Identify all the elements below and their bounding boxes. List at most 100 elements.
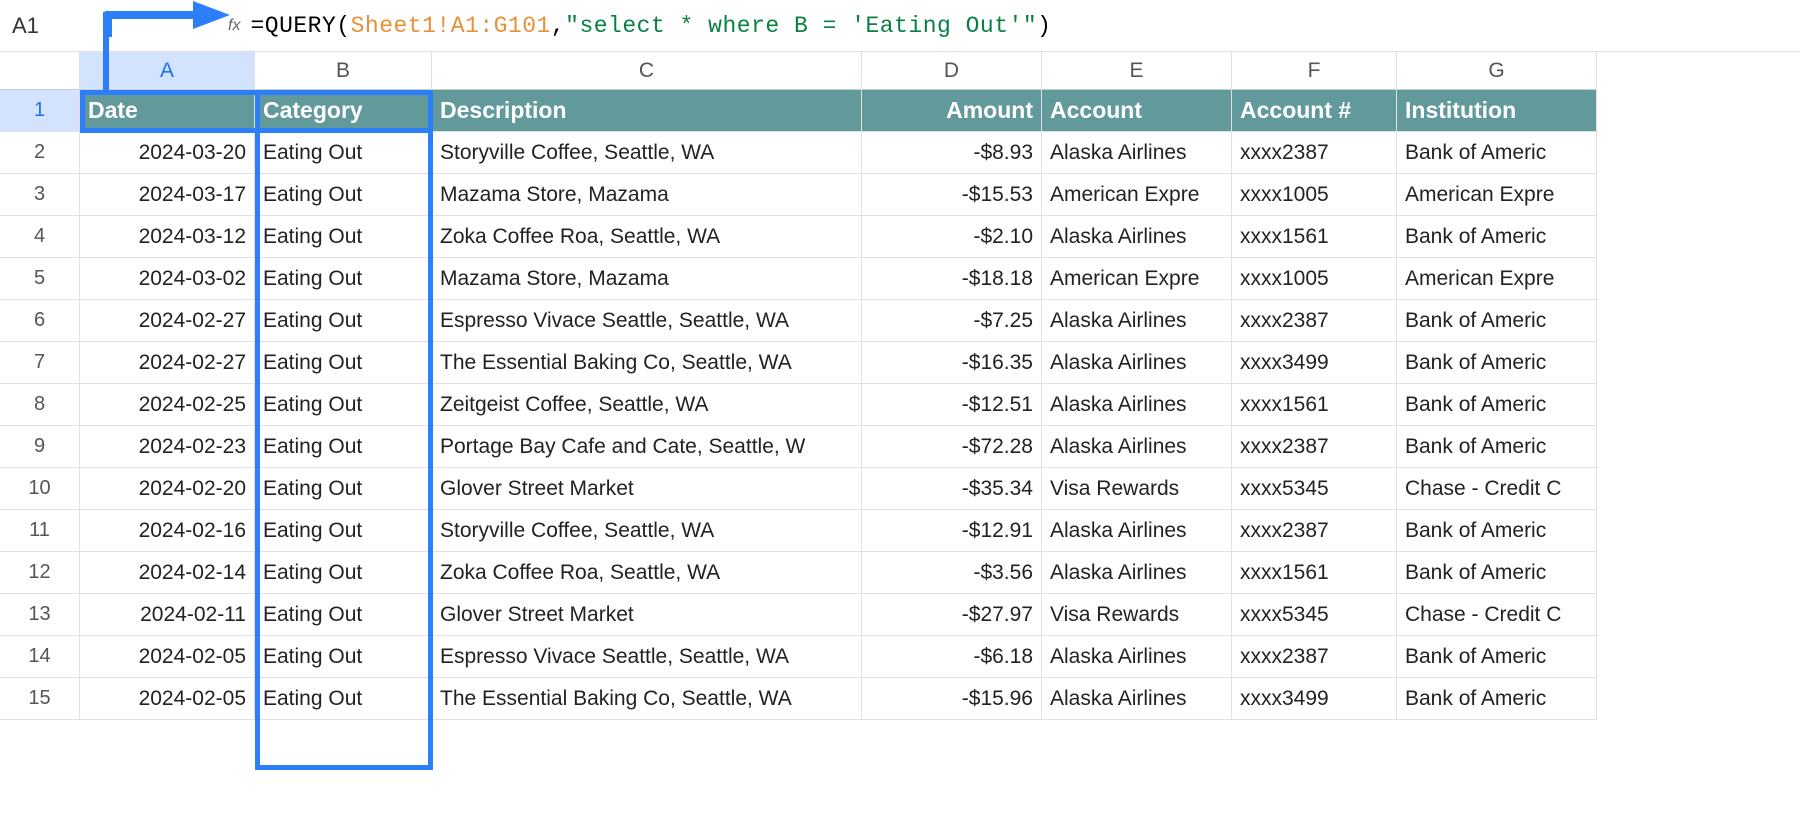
cell-category[interactable]: Eating Out bbox=[255, 384, 432, 426]
cell-accountnum[interactable]: xxxx5345 bbox=[1232, 468, 1397, 510]
header-cell-date[interactable]: Date bbox=[80, 90, 255, 132]
col-header-E[interactable]: E bbox=[1042, 52, 1232, 90]
cell-institution[interactable]: Bank of Americ bbox=[1397, 678, 1597, 720]
row-header[interactable]: 12 bbox=[0, 552, 80, 594]
cell-account[interactable]: Alaska Airlines bbox=[1042, 678, 1232, 720]
cell-date[interactable]: 2024-02-14 bbox=[80, 552, 255, 594]
cell-date[interactable]: 2024-03-02 bbox=[80, 258, 255, 300]
col-header-B[interactable]: B bbox=[255, 52, 432, 90]
cell-accountnum[interactable]: xxxx2387 bbox=[1232, 300, 1397, 342]
cell-description[interactable]: Glover Street Market bbox=[432, 468, 862, 510]
cell-institution[interactable]: Bank of Americ bbox=[1397, 300, 1597, 342]
cell-institution[interactable]: Bank of Americ bbox=[1397, 510, 1597, 552]
header-cell-category[interactable]: Category bbox=[255, 90, 432, 132]
cell-category[interactable]: Eating Out bbox=[255, 342, 432, 384]
cell-amount[interactable]: -$12.51 bbox=[862, 384, 1042, 426]
row-header[interactable]: 7 bbox=[0, 342, 80, 384]
cell-category[interactable]: Eating Out bbox=[255, 678, 432, 720]
cell-date[interactable]: 2024-03-17 bbox=[80, 174, 255, 216]
cell-description[interactable]: Portage Bay Cafe and Cate, Seattle, W bbox=[432, 426, 862, 468]
cell-institution[interactable]: Chase - Credit C bbox=[1397, 468, 1597, 510]
header-cell-description[interactable]: Description bbox=[432, 90, 862, 132]
cell-account[interactable]: Alaska Airlines bbox=[1042, 552, 1232, 594]
cell-amount[interactable]: -$12.91 bbox=[862, 510, 1042, 552]
cell-amount[interactable]: -$6.18 bbox=[862, 636, 1042, 678]
cell-accountnum[interactable]: xxxx2387 bbox=[1232, 636, 1397, 678]
cell-amount[interactable]: -$35.34 bbox=[862, 468, 1042, 510]
cell-amount[interactable]: -$8.93 bbox=[862, 132, 1042, 174]
cell-date[interactable]: 2024-02-23 bbox=[80, 426, 255, 468]
cell-accountnum[interactable]: xxxx2387 bbox=[1232, 510, 1397, 552]
cell-category[interactable]: Eating Out bbox=[255, 552, 432, 594]
cell-description[interactable]: Espresso Vivace Seattle, Seattle, WA bbox=[432, 300, 862, 342]
cell-date[interactable]: 2024-03-20 bbox=[80, 132, 255, 174]
cell-accountnum[interactable]: xxxx1561 bbox=[1232, 216, 1397, 258]
cell-account[interactable]: Alaska Airlines bbox=[1042, 132, 1232, 174]
select-all-corner[interactable] bbox=[0, 52, 80, 90]
cell-institution[interactable]: American Expre bbox=[1397, 258, 1597, 300]
cell-account[interactable]: Alaska Airlines bbox=[1042, 384, 1232, 426]
header-cell-institution[interactable]: Institution bbox=[1397, 90, 1597, 132]
cell-amount[interactable]: -$18.18 bbox=[862, 258, 1042, 300]
row-header[interactable]: 6 bbox=[0, 300, 80, 342]
row-header[interactable]: 11 bbox=[0, 510, 80, 552]
cell-category[interactable]: Eating Out bbox=[255, 426, 432, 468]
col-header-F[interactable]: F bbox=[1232, 52, 1397, 90]
cell-institution[interactable]: Bank of Americ bbox=[1397, 132, 1597, 174]
cell-category[interactable]: Eating Out bbox=[255, 636, 432, 678]
cell-description[interactable]: Zeitgeist Coffee, Seattle, WA bbox=[432, 384, 862, 426]
cell-date[interactable]: 2024-02-20 bbox=[80, 468, 255, 510]
header-cell-amount[interactable]: Amount bbox=[862, 90, 1042, 132]
cell-accountnum[interactable]: xxxx1561 bbox=[1232, 552, 1397, 594]
cell-account[interactable]: American Expre bbox=[1042, 174, 1232, 216]
cell-account[interactable]: Visa Rewards bbox=[1042, 594, 1232, 636]
cell-account[interactable]: Visa Rewards bbox=[1042, 468, 1232, 510]
cell-amount[interactable]: -$72.28 bbox=[862, 426, 1042, 468]
cell-description[interactable]: Storyville Coffee, Seattle, WA bbox=[432, 132, 862, 174]
row-header[interactable]: 10 bbox=[0, 468, 80, 510]
cell-accountnum[interactable]: xxxx2387 bbox=[1232, 132, 1397, 174]
cell-account[interactable]: Alaska Airlines bbox=[1042, 300, 1232, 342]
cell-accountnum[interactable]: xxxx3499 bbox=[1232, 678, 1397, 720]
cell-date[interactable]: 2024-02-05 bbox=[80, 636, 255, 678]
row-header[interactable]: 5 bbox=[0, 258, 80, 300]
cell-description[interactable]: Zoka Coffee Roa, Seattle, WA bbox=[432, 552, 862, 594]
cell-institution[interactable]: Chase - Credit C bbox=[1397, 594, 1597, 636]
cell-amount[interactable]: -$2.10 bbox=[862, 216, 1042, 258]
cell-account[interactable]: Alaska Airlines bbox=[1042, 636, 1232, 678]
cell-accountnum[interactable]: xxxx2387 bbox=[1232, 426, 1397, 468]
cell-account[interactable]: Alaska Airlines bbox=[1042, 426, 1232, 468]
header-cell-account[interactable]: Account bbox=[1042, 90, 1232, 132]
cell-amount[interactable]: -$27.97 bbox=[862, 594, 1042, 636]
cell-category[interactable]: Eating Out bbox=[255, 132, 432, 174]
cell-institution[interactable]: American Expre bbox=[1397, 174, 1597, 216]
name-box[interactable]: A1 bbox=[0, 13, 100, 39]
row-header[interactable]: 9 bbox=[0, 426, 80, 468]
header-cell-accountnum[interactable]: Account # bbox=[1232, 90, 1397, 132]
row-header[interactable]: 8 bbox=[0, 384, 80, 426]
cell-date[interactable]: 2024-02-27 bbox=[80, 300, 255, 342]
cell-category[interactable]: Eating Out bbox=[255, 594, 432, 636]
row-header[interactable]: 14 bbox=[0, 636, 80, 678]
cell-amount[interactable]: -$3.56 bbox=[862, 552, 1042, 594]
cell-date[interactable]: 2024-03-12 bbox=[80, 216, 255, 258]
cell-institution[interactable]: Bank of Americ bbox=[1397, 426, 1597, 468]
col-header-A[interactable]: A bbox=[80, 52, 255, 90]
cell-amount[interactable]: -$16.35 bbox=[862, 342, 1042, 384]
cell-accountnum[interactable]: xxxx3499 bbox=[1232, 342, 1397, 384]
cell-description[interactable]: Espresso Vivace Seattle, Seattle, WA bbox=[432, 636, 862, 678]
row-header[interactable]: 15 bbox=[0, 678, 80, 720]
cell-account[interactable]: Alaska Airlines bbox=[1042, 342, 1232, 384]
cell-description[interactable]: Glover Street Market bbox=[432, 594, 862, 636]
formula-input[interactable]: =QUERY(Sheet1!A1:G101,"select * where B … bbox=[250, 13, 1051, 39]
cell-category[interactable]: Eating Out bbox=[255, 468, 432, 510]
cell-description[interactable]: The Essential Baking Co, Seattle, WA bbox=[432, 678, 862, 720]
row-header[interactable]: 2 bbox=[0, 132, 80, 174]
cell-description[interactable]: The Essential Baking Co, Seattle, WA bbox=[432, 342, 862, 384]
cell-category[interactable]: Eating Out bbox=[255, 510, 432, 552]
col-header-G[interactable]: G bbox=[1397, 52, 1597, 90]
row-header[interactable]: 13 bbox=[0, 594, 80, 636]
cell-institution[interactable]: Bank of Americ bbox=[1397, 552, 1597, 594]
cell-description[interactable]: Storyville Coffee, Seattle, WA bbox=[432, 510, 862, 552]
cell-date[interactable]: 2024-02-27 bbox=[80, 342, 255, 384]
